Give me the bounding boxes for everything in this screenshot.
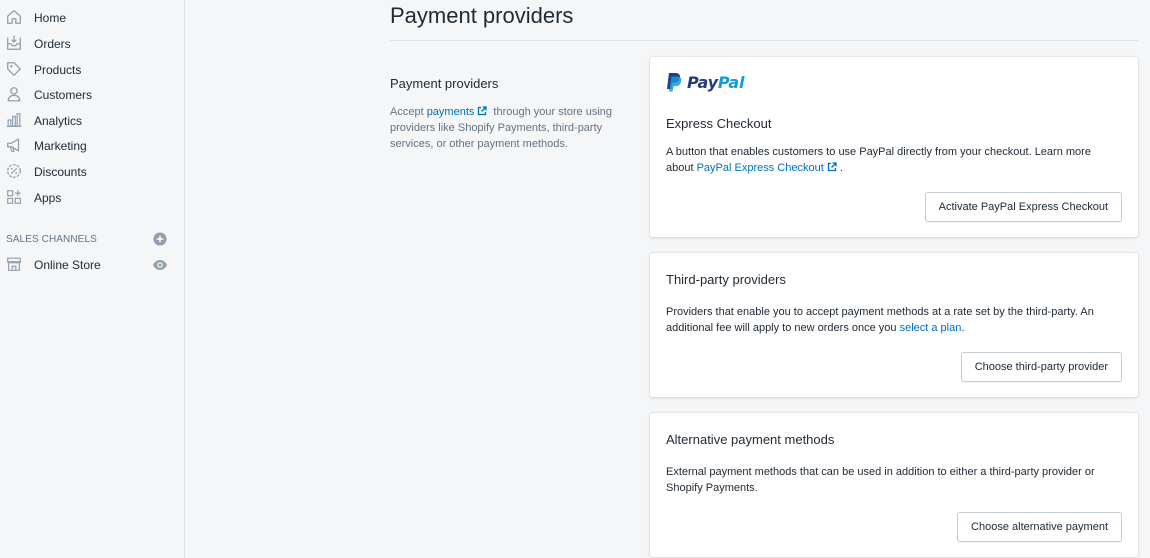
card-title: Third-party providers xyxy=(666,272,786,287)
section-description: Accept payments through your store using … xyxy=(390,106,613,150)
select-plan-link[interactable]: select a plan xyxy=(900,322,962,334)
sidebar-item-label: Products xyxy=(34,63,82,77)
megaphone-icon xyxy=(5,136,23,154)
sidebar-item-marketing[interactable]: Marketing xyxy=(0,134,184,158)
sidebar-item-products[interactable]: Products xyxy=(0,58,184,82)
sidebar-item-label: Apps xyxy=(34,191,62,205)
sales-channels-heading: SALES CHANNELS xyxy=(6,234,97,245)
card-title: Express Checkout xyxy=(666,116,772,131)
page-title: Payment providers xyxy=(390,3,574,28)
card-text: A button that enables customers to use P… xyxy=(666,146,1091,174)
sidebar-item-label: Home xyxy=(34,11,67,25)
card-text: Providers that enable you to accept paym… xyxy=(666,306,1094,334)
paypal-logo: PayPal xyxy=(666,71,744,93)
sidebar-item-home[interactable]: Home xyxy=(0,6,184,30)
eye-icon[interactable] xyxy=(152,259,168,271)
sidebar: Home Orders Products Customers Analytics… xyxy=(0,0,185,558)
sidebar-item-label: Discounts xyxy=(34,165,87,179)
home-icon xyxy=(5,8,23,26)
divider xyxy=(390,40,1138,41)
choose-alternative-payment-button[interactable]: Choose alternative payment xyxy=(957,512,1122,542)
choose-third-party-button[interactable]: Choose third-party provider xyxy=(960,352,1122,382)
sidebar-item-discounts[interactable]: Discounts xyxy=(0,160,184,184)
third-party-card: Third-party providers Providers that ena… xyxy=(650,253,1138,397)
alternative-payment-card: Alternative payment methods External pay… xyxy=(650,413,1138,557)
store-icon xyxy=(5,255,23,273)
discount-icon xyxy=(5,162,23,180)
external-link-icon xyxy=(827,162,837,172)
section-heading: Payment providers xyxy=(390,76,499,91)
sidebar-item-apps[interactable]: Apps xyxy=(0,186,184,210)
add-sales-channel-icon[interactable] xyxy=(153,232,167,246)
sidebar-item-analytics[interactable]: Analytics xyxy=(0,109,184,133)
sidebar-item-customers[interactable]: Customers xyxy=(0,83,184,107)
paypal-card: PayPal Express Checkout A button that en… xyxy=(650,57,1138,237)
card-title: Alternative payment methods xyxy=(666,432,835,447)
sidebar-item-label: Marketing xyxy=(34,139,87,153)
tag-icon xyxy=(5,60,23,78)
activate-paypal-button[interactable]: Activate PayPal Express Checkout xyxy=(924,192,1122,222)
payments-link[interactable]: payments xyxy=(427,106,475,118)
card-text: External payment methods that can be use… xyxy=(666,466,1095,494)
orders-icon xyxy=(5,34,23,52)
apps-icon xyxy=(5,188,23,206)
person-icon xyxy=(5,85,23,103)
bar-chart-icon xyxy=(5,111,23,129)
sidebar-item-label: Customers xyxy=(34,88,93,102)
sidebar-item-orders[interactable]: Orders xyxy=(0,32,184,56)
sidebar-item-label: Analytics xyxy=(34,114,83,128)
sidebar-item-label: Orders xyxy=(34,37,71,51)
sidebar-item-label: Online Store xyxy=(34,258,101,272)
paypal-icon xyxy=(667,73,682,92)
paypal-express-checkout-link[interactable]: PayPal Express Checkout xyxy=(697,162,824,174)
external-link-icon xyxy=(478,106,488,116)
